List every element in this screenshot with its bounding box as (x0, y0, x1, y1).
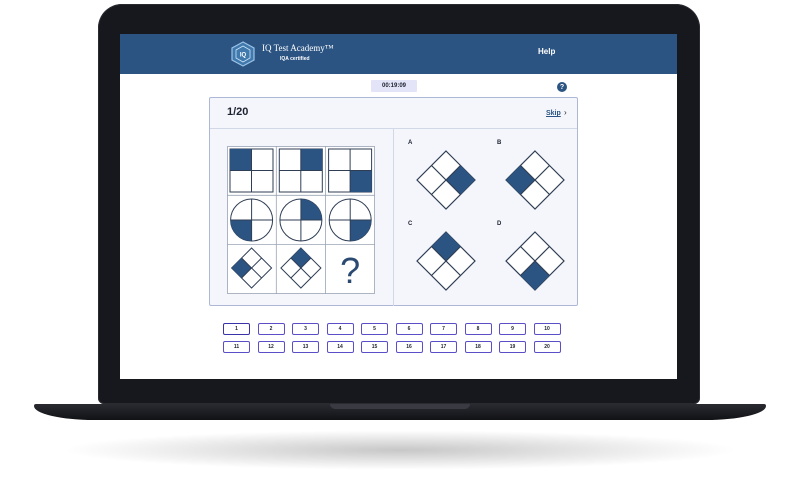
logo-text: IQ (240, 53, 247, 59)
countdown-timer: 00:19:09 (371, 80, 417, 92)
question-nav-button[interactable]: 4 (326, 323, 354, 335)
brand-name[interactable]: IQ Test Academy™ (262, 43, 334, 53)
brand-tagline: IQA certified (280, 56, 310, 62)
matrix-cell-square-top-left (229, 148, 274, 193)
card-divider (393, 129, 394, 306)
answer-option-d[interactable]: D (497, 221, 572, 301)
matrix-cell-circle-bottom-right (328, 198, 372, 242)
question-nav-button[interactable]: 14 (326, 340, 354, 353)
question-nav-button[interactable]: 20 (533, 340, 561, 353)
answer-option-a[interactable]: A (408, 140, 483, 220)
help-question-icon[interactable]: ? (557, 82, 567, 92)
question-counter: 1/20 (227, 106, 249, 118)
answer-option-c[interactable]: C (408, 221, 483, 301)
missing-cell-question-mark: ? (340, 250, 360, 291)
diamond-top-shape-icon (416, 231, 476, 291)
question-nav-button[interactable]: 16 (395, 340, 423, 353)
question-nav-button[interactable]: 17 (430, 340, 457, 353)
question-nav-button[interactable]: 6 (395, 323, 423, 335)
question-nav-button[interactable]: 5 (361, 323, 388, 335)
diamond-left-shape-icon (505, 150, 565, 210)
question-nav-button[interactable]: 1 (223, 323, 250, 335)
question-nav-button[interactable]: 7 (430, 323, 457, 335)
option-letter: D (497, 221, 502, 227)
option-letter: A (408, 140, 413, 146)
help-link[interactable]: Help (538, 47, 555, 56)
matrix-cell-circle-top-right (279, 198, 323, 242)
option-letter: B (497, 140, 502, 146)
diamond-bottom-shape-icon (505, 231, 565, 291)
laptop-base-notch (330, 404, 470, 409)
question-nav-button[interactable]: 3 (292, 323, 319, 335)
diamond-right-shape-icon (416, 150, 476, 210)
brand-logo-icon[interactable]: IQ (230, 41, 256, 67)
matrix-cell-circle-bottom-left (230, 198, 274, 242)
laptop-shadow (60, 430, 740, 470)
question-nav-button[interactable]: 12 (257, 340, 285, 353)
skip-button[interactable]: Skip (546, 110, 561, 117)
question-nav-button[interactable]: 15 (361, 340, 388, 353)
answer-option-b[interactable]: B (497, 140, 572, 220)
question-nav-button[interactable]: 11 (223, 340, 250, 353)
question-nav-button[interactable]: 18 (464, 340, 492, 353)
question-nav-button[interactable]: 9 (499, 323, 526, 335)
chevron-right-icon[interactable]: › (564, 108, 567, 117)
laptop-screen: IQ IQ Test Academy™ IQA certified Help 0… (120, 34, 677, 379)
puzzle-matrix: ? (227, 146, 375, 294)
option-letter: C (408, 221, 413, 227)
question-card: 1/20 Skip › ? A B C D (209, 97, 578, 306)
question-navigator: 1 2 3 4 5 6 7 8 9 10 11 12 13 14 15 16 17 18 19 20 (223, 323, 568, 359)
question-nav-button[interactable]: 10 (533, 323, 561, 335)
question-nav-button[interactable]: 8 (464, 323, 492, 335)
question-card-header: 1/20 Skip › (210, 98, 577, 129)
app-header: IQ IQ Test Academy™ IQA certified Help (120, 34, 677, 74)
matrix-cell-square-top-right (278, 148, 323, 193)
question-nav-button[interactable]: 19 (499, 340, 526, 353)
matrix-cell-square-bottom-right (328, 148, 373, 193)
question-nav-button[interactable]: 13 (292, 340, 319, 353)
question-nav-button[interactable]: 2 (257, 323, 285, 335)
